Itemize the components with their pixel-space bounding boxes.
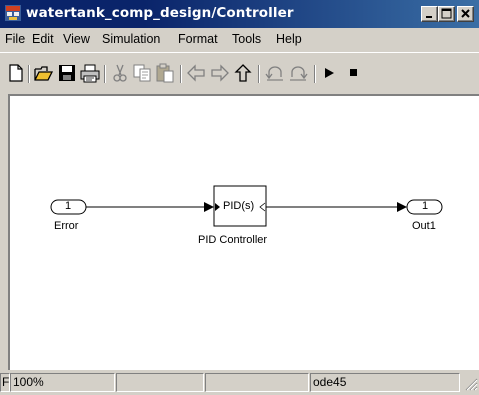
menu-help[interactable]: Help [276, 32, 302, 46]
status-cell-empty-1 [116, 373, 204, 392]
toolbar [0, 52, 479, 92]
forward-arrow-icon[interactable] [210, 63, 230, 83]
toolbar-separator [258, 65, 260, 83]
menu-file[interactable]: File [5, 32, 25, 46]
status-cell-empty-2 [205, 373, 309, 392]
minimize-button[interactable] [421, 6, 438, 22]
copy-icon[interactable] [132, 63, 152, 83]
maximize-icon [441, 8, 452, 19]
inport-number: 1 [64, 200, 72, 212]
save-icon[interactable] [57, 63, 77, 83]
menu-bar: File Edit View Simulation Format Tools H… [0, 28, 479, 50]
print-icon[interactable] [80, 63, 100, 83]
minimize-icon [426, 16, 432, 18]
paste-icon[interactable] [155, 63, 175, 83]
undo-icon[interactable] [265, 63, 285, 83]
resize-grip-icon[interactable] [464, 377, 478, 391]
signal-lines [50, 185, 443, 227]
stop-simulation-icon[interactable] [344, 63, 364, 83]
close-button[interactable] [457, 6, 474, 22]
menu-simulation[interactable]: Simulation [102, 32, 160, 46]
outport-label[interactable]: Out1 [412, 220, 436, 232]
open-folder-icon[interactable] [34, 63, 54, 83]
up-arrow-icon[interactable] [233, 63, 253, 83]
outport-number: 1 [421, 200, 429, 212]
window-title: watertank_comp_design/Controller [26, 5, 294, 21]
toolbar-separator [180, 65, 182, 83]
status-solver: ode45 [310, 373, 460, 392]
status-zoom: 100% [10, 373, 115, 392]
start-simulation-icon[interactable] [319, 63, 339, 83]
arrowhead [397, 202, 407, 212]
toolbar-separator [314, 65, 316, 83]
status-bar: F 100% ode45 [0, 372, 479, 395]
new-file-icon[interactable] [6, 63, 26, 83]
status-left-cell: F [0, 373, 10, 392]
title-bar[interactable]: watertank_comp_design/Controller [0, 0, 479, 28]
back-arrow-icon[interactable] [186, 63, 206, 83]
cut-icon[interactable] [110, 63, 130, 83]
menu-tools[interactable]: Tools [232, 32, 261, 46]
menu-format[interactable]: Format [178, 32, 218, 46]
pid-block-text: PID(s) [223, 200, 255, 212]
simulink-app-icon[interactable] [5, 5, 21, 21]
model-canvas[interactable]: 1 Error PID(s) PID Controller 1 Out1 [8, 94, 479, 370]
menu-edit[interactable]: Edit [32, 32, 54, 46]
redo-icon[interactable] [288, 63, 308, 83]
toolbar-separator [104, 65, 106, 83]
pid-block-label[interactable]: PID Controller [198, 234, 267, 246]
inport-label[interactable]: Error [54, 220, 78, 232]
menu-view[interactable]: View [63, 32, 90, 46]
arrowhead [204, 202, 214, 212]
close-icon [461, 9, 470, 18]
toolbar-separator [28, 65, 30, 83]
maximize-button[interactable] [438, 6, 455, 22]
